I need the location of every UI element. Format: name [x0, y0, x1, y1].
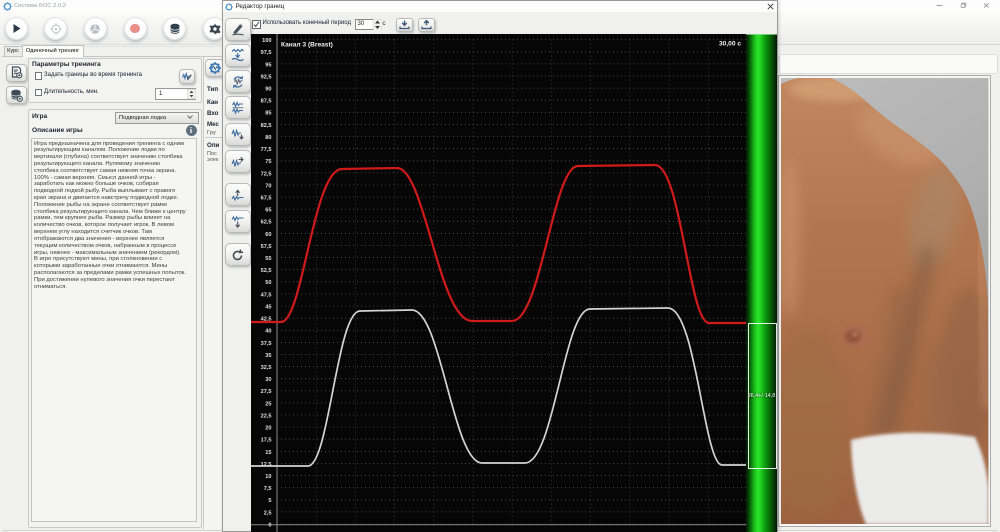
svg-text:85: 85 — [265, 111, 271, 117]
svg-text:82,5: 82,5 — [261, 123, 272, 129]
svg-text:20: 20 — [265, 426, 271, 432]
svg-text:15: 15 — [265, 450, 271, 456]
svg-text:97,5: 97,5 — [261, 50, 272, 56]
svg-text:35: 35 — [265, 353, 271, 359]
svg-text:45: 45 — [265, 305, 271, 311]
svg-text:2,5: 2,5 — [264, 510, 272, 516]
svg-text:50: 50 — [265, 280, 271, 286]
svg-text:87,5: 87,5 — [261, 99, 272, 105]
svg-text:0: 0 — [268, 522, 271, 528]
svg-text:90: 90 — [265, 87, 271, 93]
svg-text:62,5: 62,5 — [261, 220, 272, 226]
svg-text:80: 80 — [265, 135, 271, 141]
svg-text:100: 100 — [262, 38, 271, 44]
svg-text:55: 55 — [265, 256, 271, 262]
svg-text:37,5: 37,5 — [261, 341, 272, 347]
svg-text:75: 75 — [265, 159, 271, 165]
svg-text:72,5: 72,5 — [261, 171, 272, 177]
svg-text:57,5: 57,5 — [261, 244, 272, 250]
svg-text:52,5: 52,5 — [261, 268, 272, 274]
svg-text:60: 60 — [265, 232, 271, 238]
svg-text:95: 95 — [265, 62, 271, 68]
svg-text:17,5: 17,5 — [261, 438, 272, 444]
svg-text:Канал 3 (Breast): Канал 3 (Breast) — [281, 42, 333, 49]
svg-text:22,5: 22,5 — [261, 413, 272, 419]
svg-text:7,5: 7,5 — [264, 486, 272, 492]
svg-text:5: 5 — [268, 498, 271, 504]
svg-text:70: 70 — [265, 183, 271, 189]
svg-text:30: 30 — [265, 377, 271, 383]
svg-text:27,5: 27,5 — [261, 389, 272, 395]
svg-text:67,5: 67,5 — [261, 196, 272, 202]
svg-text:65: 65 — [265, 208, 271, 214]
svg-text:40: 40 — [265, 329, 271, 335]
svg-text:25: 25 — [265, 401, 271, 407]
svg-text:47,5: 47,5 — [261, 292, 272, 298]
svg-text:10: 10 — [265, 474, 271, 480]
svg-text:12,5: 12,5 — [261, 462, 272, 468]
svg-text:32,5: 32,5 — [261, 365, 272, 371]
svg-text:77,5: 77,5 — [261, 147, 272, 153]
svg-text:30,00 с: 30,00 с — [719, 41, 741, 48]
svg-text:92,5: 92,5 — [261, 74, 272, 80]
